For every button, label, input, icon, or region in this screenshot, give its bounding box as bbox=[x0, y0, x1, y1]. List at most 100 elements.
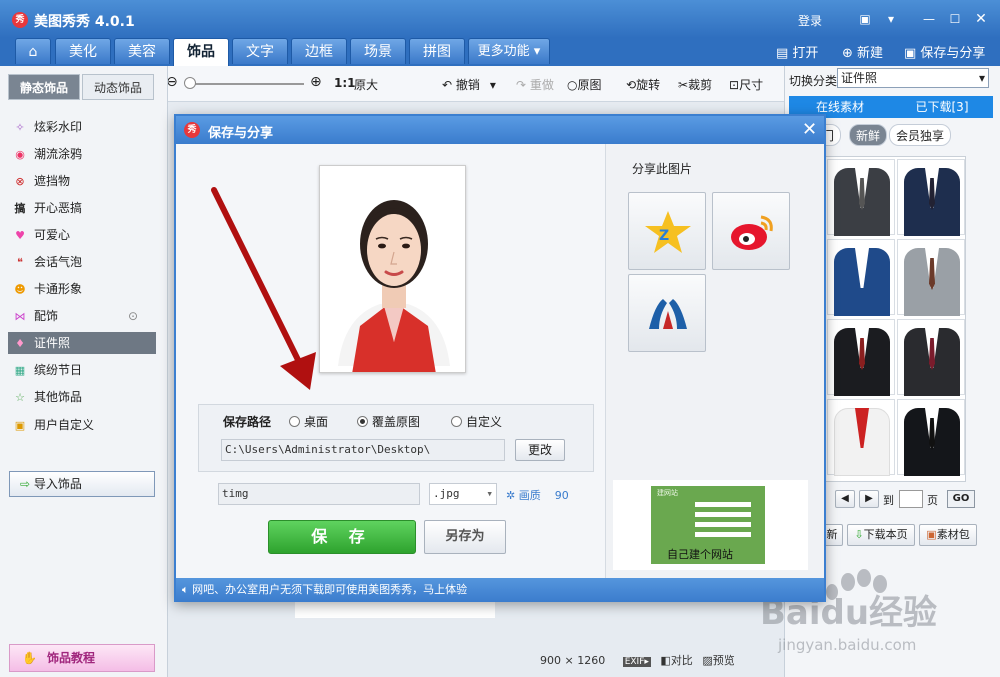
quality-value: 90 bbox=[554, 489, 569, 502]
save-button[interactable]: 保 存 bbox=[268, 520, 416, 554]
exif-button[interactable]: EXIF▸ bbox=[622, 657, 651, 667]
radio-overwrite[interactable]: 覆盖原图 bbox=[357, 413, 420, 430]
tab-frame[interactable]: 边框 bbox=[291, 38, 347, 64]
next-page-icon[interactable]: ▶ bbox=[859, 490, 879, 508]
renren-share-button[interactable] bbox=[628, 274, 706, 352]
compare-button[interactable]: ◧对比 bbox=[660, 654, 692, 667]
download-page-button[interactable]: ⇩下载本页 bbox=[847, 524, 915, 546]
change-path-button[interactable]: 更改 bbox=[515, 439, 565, 461]
canvas-image-edge bbox=[295, 600, 495, 618]
radio-custom[interactable]: 自定义 bbox=[451, 413, 502, 430]
prank-icon: 搞 bbox=[14, 202, 26, 215]
undo-button[interactable]: ↶ 撤销 ▾ bbox=[442, 76, 496, 93]
suit-thumbnail[interactable] bbox=[827, 399, 895, 476]
subtab-fresh[interactable]: 新鲜 bbox=[849, 124, 888, 146]
sidebar-item-graffiti[interactable]: ◉ 潮流涂鸦 bbox=[12, 143, 156, 165]
weibo-share-button[interactable] bbox=[712, 192, 790, 270]
save-as-button[interactable]: 另存为 bbox=[424, 520, 506, 554]
format-select[interactable]: .jpg ▾ bbox=[429, 483, 497, 505]
preview-button[interactable]: ▨预览 bbox=[702, 654, 734, 667]
suit-thumbnail[interactable] bbox=[827, 239, 895, 316]
size-label: 尺寸 bbox=[739, 78, 764, 92]
ad-banner[interactable]: 建网站 自己建个网站 bbox=[613, 480, 808, 570]
weibo-icon bbox=[731, 215, 773, 250]
subtab-vip[interactable]: 会员独享 bbox=[889, 124, 952, 146]
main-tab-bar: ⌂ 美化 美容 饰品 文字 边框 场景 拼图 更多功能 ▾ ▤ 打开 ⊕ 新建 … bbox=[0, 38, 1000, 66]
sidebar-item-custom[interactable]: ▣ 用户自定义 bbox=[12, 414, 156, 436]
zoom-slider-handle[interactable] bbox=[184, 77, 196, 89]
qzone-share-button[interactable]: Z bbox=[628, 192, 706, 270]
expand-icon[interactable]: ⊙ bbox=[128, 305, 138, 327]
preview-icon: ▨ bbox=[702, 654, 713, 667]
tab-scene[interactable]: 场景 bbox=[350, 38, 406, 64]
close-icon[interactable]: ✕ bbox=[802, 119, 817, 140]
suit-thumbnail[interactable] bbox=[897, 319, 965, 396]
sidebar-item-watermark[interactable]: ✧ 炫彩水印 bbox=[12, 116, 156, 138]
ad-form-line bbox=[695, 512, 751, 517]
original-size-button[interactable]: 原大 bbox=[354, 76, 378, 93]
save-share-button[interactable]: ▣ 保存与分享 bbox=[904, 42, 985, 61]
suit-thumbnail[interactable] bbox=[897, 399, 965, 476]
feedback-icon[interactable]: ▣ bbox=[857, 12, 873, 26]
tab-text[interactable]: 文字 bbox=[232, 38, 288, 64]
category-select[interactable]: 证件照 ▾ bbox=[837, 68, 989, 88]
open-button[interactable]: ▤ 打开 bbox=[776, 42, 818, 61]
tutorial-button[interactable]: ✋ 饰品教程 bbox=[9, 644, 155, 672]
tab-accessories[interactable]: 饰品 bbox=[173, 38, 229, 66]
gift-icon: ▦ bbox=[14, 364, 26, 377]
radio-circle-selected bbox=[357, 416, 368, 427]
crop-button[interactable]: ✂裁剪 bbox=[678, 76, 712, 93]
sidebar-item-other[interactable]: ☆ 其他饰品 bbox=[12, 386, 156, 408]
radio-label: 自定义 bbox=[466, 415, 503, 429]
login-link[interactable]: 登录 bbox=[798, 12, 822, 29]
suit-thumbnail[interactable] bbox=[897, 239, 965, 316]
material-bag-button[interactable]: ▣素材包 bbox=[919, 524, 977, 546]
page-input[interactable] bbox=[899, 490, 923, 508]
rotate-button[interactable]: ⟲旋转 bbox=[626, 76, 660, 93]
sidebar-item-prank[interactable]: 搞开心恶搞 bbox=[12, 197, 156, 219]
sidebar-item-label: 配饰 bbox=[34, 309, 59, 323]
go-button[interactable]: GO bbox=[947, 490, 975, 508]
zoom-slider[interactable] bbox=[186, 83, 304, 85]
rotate-icon: ⟲ bbox=[626, 78, 637, 92]
suit-thumbnail[interactable] bbox=[827, 159, 895, 236]
size-button[interactable]: ⊡尺寸 bbox=[729, 76, 763, 93]
share-title: 分享此图片 bbox=[632, 162, 693, 176]
radio-desktop[interactable]: 桌面 bbox=[289, 413, 328, 430]
sidebar-item-festival[interactable]: ▦ 缤纷节日 bbox=[12, 359, 156, 381]
import-accessory-button[interactable]: ⇨ 导入饰品 bbox=[9, 471, 155, 497]
ratio-label[interactable]: 1:1 bbox=[334, 76, 356, 90]
original-button[interactable]: ○原图 bbox=[567, 76, 602, 93]
sidebar-item-bubble[interactable]: ❝ 会话气泡 bbox=[12, 251, 156, 273]
path-field[interactable]: C:\Users\Administrator\Desktop\ bbox=[221, 439, 505, 461]
minimize-icon[interactable]: — bbox=[921, 12, 937, 26]
quality-label: 画质 bbox=[518, 489, 541, 502]
sidebar-item-label: 炫彩水印 bbox=[34, 120, 83, 134]
tab-collage[interactable]: 拼图 bbox=[409, 38, 465, 64]
menu-icon[interactable]: ▾ bbox=[883, 12, 899, 26]
close-window-icon[interactable]: ✕ bbox=[973, 12, 989, 26]
sidebar-item-cartoon[interactable]: ☻ 卡通形象 bbox=[12, 278, 156, 300]
tab-beauty[interactable]: 美容 bbox=[114, 38, 170, 64]
filename-field[interactable]: timg bbox=[218, 483, 420, 505]
tab-downloaded[interactable]: 已下载[3] bbox=[891, 96, 993, 118]
tab-dynamic-accessories[interactable]: 动态饰品 bbox=[82, 74, 154, 100]
suit-thumbnail[interactable] bbox=[897, 159, 965, 236]
suit-thumbnail[interactable] bbox=[827, 319, 895, 396]
zoom-in-icon[interactable]: ⊕ bbox=[310, 74, 322, 90]
sidebar-item-id-photo[interactable]: ♦ 证件照 bbox=[8, 332, 156, 354]
prev-page-icon[interactable]: ◀ bbox=[835, 490, 855, 508]
quality-setting[interactable]: ✲ 画质 90 bbox=[506, 487, 569, 503]
undo-dropdown-icon[interactable]: ▾ bbox=[490, 78, 496, 92]
new-button[interactable]: ⊕ 新建 bbox=[842, 42, 883, 61]
dialog-footer[interactable]: 🔈︎ 网吧、办公室用户无须下载即可使用美图秀秀，马上体验 bbox=[176, 578, 824, 602]
sidebar-item-heart[interactable]: ♥ 可爱心 bbox=[12, 224, 156, 246]
sidebar-item-ornament[interactable]: ⋈ 配饰 ⊙ bbox=[12, 305, 156, 327]
redo-button[interactable]: ↷ 重做 bbox=[516, 76, 554, 93]
tab-beautify[interactable]: 美化 bbox=[55, 38, 111, 64]
tab-more[interactable]: 更多功能 ▾ bbox=[468, 38, 550, 64]
sidebar-item-cover[interactable]: ⊗ 遮挡物 bbox=[12, 170, 156, 192]
tab-home[interactable]: ⌂ bbox=[15, 38, 51, 64]
tab-static-accessories[interactable]: 静态饰品 bbox=[8, 74, 80, 100]
maximize-icon[interactable]: ☐ bbox=[947, 12, 963, 26]
